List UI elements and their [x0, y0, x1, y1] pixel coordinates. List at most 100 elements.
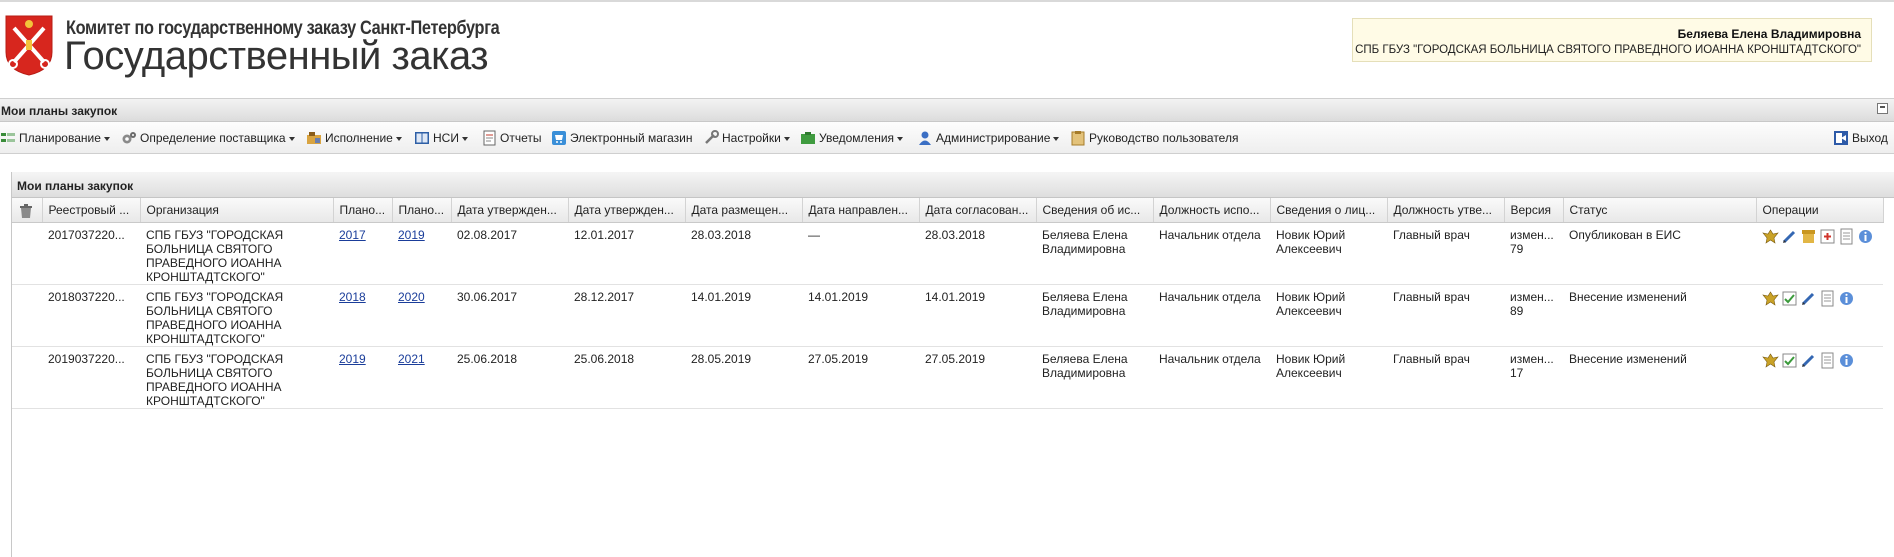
edit-pencil-icon[interactable] [1781, 228, 1798, 245]
organization: СПБ ГБУЗ "ГОРОДСКАЯ БОЛЬНИЦА СВЯТОГО ПРА… [140, 222, 333, 285]
collapse-icon[interactable] [1877, 103, 1888, 114]
gears-icon [121, 130, 137, 146]
plan-year-end-link[interactable]: 2019 [398, 228, 425, 242]
info-icon[interactable] [1838, 290, 1855, 307]
book-icon [414, 130, 430, 146]
table-header-row: Реестровый ... Организация Плано... План… [12, 198, 1884, 223]
execution-icon [306, 130, 322, 146]
menu-reports-label: Отчеты [500, 131, 542, 145]
chevron-down-icon [288, 137, 295, 141]
registry-number: 2019037220... [42, 346, 140, 409]
approver-position: Главный врач [1387, 284, 1504, 347]
placement-date: 14.01.2019 [685, 284, 802, 347]
approver-name: Новик Юрий Алексеевич [1270, 284, 1387, 347]
menu-execution-label: Исполнение [325, 131, 393, 145]
column-header-trash[interactable] [12, 198, 43, 223]
column-header[interactable]: Сведения о лиц... [1270, 198, 1388, 223]
column-header[interactable]: Плано... [333, 198, 393, 223]
menu-planning[interactable]: Планирование [0, 122, 110, 154]
column-header[interactable]: Плано... [392, 198, 452, 223]
column-header[interactable]: Дата утвержден... [568, 198, 686, 223]
checklist-icon[interactable] [1781, 352, 1798, 369]
menu-manual[interactable]: Руководство пользователя [1070, 122, 1238, 154]
plan-year-end-link[interactable]: 2020 [398, 290, 425, 304]
row-select-cell[interactable] [12, 222, 42, 285]
executor-position: Начальник отдела [1153, 346, 1270, 409]
menu-settings[interactable]: Настройки [703, 122, 790, 154]
menu-eshop[interactable]: Электронный магазин [551, 122, 692, 154]
approval-date-2: 25.06.2018 [568, 346, 685, 409]
menu-admin-label: Администрирование [936, 131, 1051, 145]
menu-supplier[interactable]: Определение поставщика [121, 122, 295, 154]
info-icon[interactable] [1838, 352, 1855, 369]
user-name: Беляева Елена Владимировна [1677, 27, 1861, 41]
chevron-down-icon [395, 137, 402, 141]
menu-nsi[interactable]: НСИ [414, 122, 468, 154]
eagle-emblem-icon[interactable] [1762, 352, 1779, 369]
trash-icon [20, 203, 32, 218]
version: измен... 79 [1504, 222, 1563, 285]
menu-admin[interactable]: Администрирование [917, 122, 1060, 154]
user-icon [917, 130, 933, 146]
approval-date: 25.06.2018 [451, 346, 568, 409]
column-header[interactable]: Реестровый ... [42, 198, 141, 223]
plan-year-start-link[interactable]: 2019 [339, 352, 366, 366]
status-text: Внесение изменений [1563, 284, 1756, 347]
notification-icon [800, 130, 816, 146]
agreement-date: 14.01.2019 [919, 284, 1036, 347]
add-document-icon[interactable] [1819, 228, 1836, 245]
column-header[interactable]: Операции [1756, 198, 1884, 223]
registry-number: 2017037220... [42, 222, 140, 285]
version: измен... 89 [1504, 284, 1563, 347]
document-icon[interactable] [1819, 290, 1836, 307]
menu-execution[interactable]: Исполнение [306, 122, 402, 154]
column-header[interactable]: Сведения об ис... [1036, 198, 1154, 223]
site-header: Комитет по государственному заказу Санкт… [0, 2, 1894, 98]
planning-icon [0, 130, 16, 146]
column-header[interactable]: Дата размещен... [685, 198, 803, 223]
column-header[interactable]: Дата согласован... [919, 198, 1037, 223]
menu-planning-label: Планирование [19, 131, 101, 145]
approval-date-2: 28.12.2017 [568, 284, 685, 347]
menu-reports[interactable]: Отчеты [481, 122, 541, 154]
plan-year-start-link[interactable]: 2018 [339, 290, 366, 304]
column-header[interactable]: Дата утвержден... [451, 198, 569, 223]
column-header[interactable]: Организация [140, 198, 334, 223]
approval-date: 02.08.2017 [451, 222, 568, 285]
column-header[interactable]: Версия [1504, 198, 1564, 223]
organization: СПБ ГБУЗ "ГОРОДСКАЯ БОЛЬНИЦА СВЯТОГО ПРА… [140, 284, 333, 347]
table-row[interactable]: 2019037220... СПБ ГБУЗ "ГОРОДСКАЯ БОЛЬНИ… [12, 346, 1883, 409]
row-select-cell[interactable] [12, 346, 42, 409]
user-organization: СПБ ГБУЗ "ГОРОДСКАЯ БОЛЬНИЦА СВЯТОГО ПРА… [1355, 44, 1861, 56]
menu-notifications-label: Уведомления [819, 131, 895, 145]
info-icon[interactable] [1857, 228, 1874, 245]
spb-coat-of-arms-icon [5, 15, 53, 76]
operations-cell [1756, 284, 1883, 347]
chevron-down-icon [1053, 137, 1060, 141]
document-icon[interactable] [1819, 352, 1836, 369]
table-row[interactable]: 2018037220... СПБ ГБУЗ "ГОРОДСКАЯ БОЛЬНИ… [12, 284, 1883, 347]
column-header[interactable]: Статус [1563, 198, 1757, 223]
registry-number: 2018037220... [42, 284, 140, 347]
column-header[interactable]: Должность испо... [1153, 198, 1271, 223]
site-title: Государственный заказ [64, 34, 489, 78]
row-select-cell[interactable] [12, 284, 42, 347]
column-header[interactable]: Должность утве... [1387, 198, 1505, 223]
plan-year-end-link[interactable]: 2021 [398, 352, 425, 366]
table-row[interactable]: 2017037220... СПБ ГБУЗ "ГОРОДСКАЯ БОЛЬНИ… [12, 222, 1883, 285]
edit-pencil-icon[interactable] [1800, 352, 1817, 369]
menu-notifications[interactable]: Уведомления [800, 122, 904, 154]
eagle-emblem-icon[interactable] [1762, 228, 1779, 245]
eagle-emblem-icon[interactable] [1762, 290, 1779, 307]
plans-table: Реестровый ... Организация Плано... План… [12, 198, 1884, 409]
document-icon[interactable] [1838, 228, 1855, 245]
column-header[interactable]: Дата направлен... [802, 198, 920, 223]
menu-nsi-label: НСИ [433, 131, 459, 145]
edit-pencil-icon[interactable] [1800, 290, 1817, 307]
checklist-icon[interactable] [1781, 290, 1798, 307]
archive-icon[interactable] [1800, 228, 1817, 245]
plan-year-start-link[interactable]: 2017 [339, 228, 366, 242]
menu-exit[interactable]: Выход [1833, 122, 1888, 154]
menu-supplier-label: Определение поставщика [140, 131, 286, 145]
sent-date: — [802, 222, 919, 285]
